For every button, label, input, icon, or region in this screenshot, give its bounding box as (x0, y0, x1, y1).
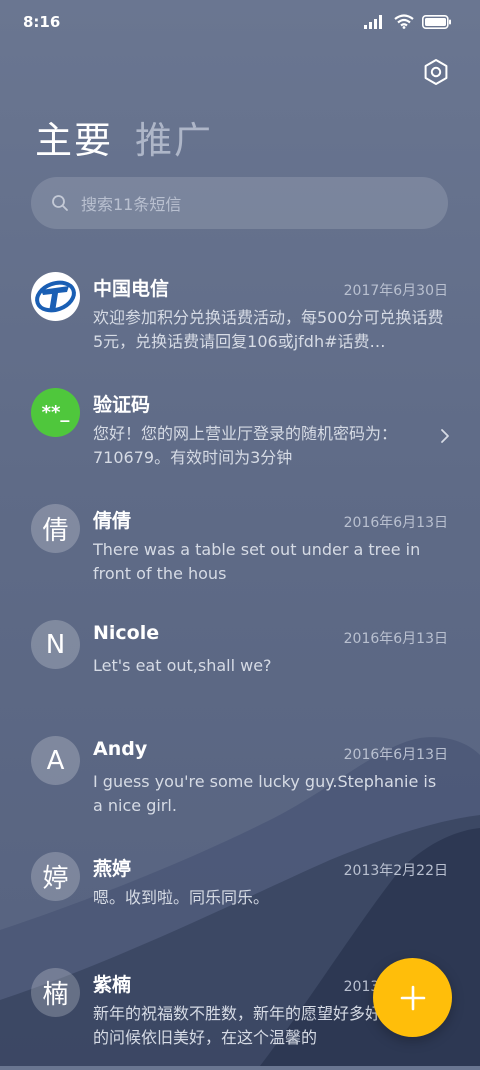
contact-name: 倩倩 (93, 510, 132, 532)
status-bar: 8:16 (0, 0, 480, 46)
signal-icon (364, 14, 382, 29)
avatar: N (31, 620, 80, 669)
tab-primary[interactable]: 主要 (35, 110, 113, 164)
avatar: 倩 (31, 504, 80, 553)
tab-bar: 主要 推广 (35, 110, 213, 164)
message-preview: 嗯。收到啦。同乐同乐。 (93, 888, 270, 907)
message-date: 2013年2月22日 (343, 863, 448, 879)
message-date: 2016年6月13日 (343, 631, 448, 647)
conversation-item[interactable]: 中国电信 2017年6月30日 欢迎参加积分兑换话费活动，每500分可兑换话费5… (0, 258, 480, 374)
conversation-item[interactable]: 倩 倩倩 2016年6月13日 There was a table set ou… (0, 490, 480, 606)
contact-name: 验证码 (93, 394, 151, 416)
conversation-item[interactable]: 婷 燕婷 2013年2月22日 嗯。收到啦。同乐同乐。 (0, 838, 480, 954)
telecom-logo-avatar (31, 272, 80, 321)
status-time: 8:16 (23, 13, 61, 31)
message-preview: 欢迎参加积分兑换话费活动，每500分可兑换话费5元，兑换话费请回复106或jfd… (93, 308, 444, 351)
tab-promotions[interactable]: 推广 (135, 110, 213, 164)
contact-name: 燕婷 (93, 858, 132, 880)
conversation-item[interactable]: N Nicole 2016年6月13日 Let's eat out,shall … (0, 606, 480, 722)
message-preview: There was a table set out under a tree i… (93, 540, 421, 583)
contact-name: 紫楠 (93, 974, 132, 996)
contact-name: 中国电信 (93, 278, 170, 300)
contact-name: Nicole (93, 622, 160, 644)
message-preview: I guess you're some lucky guy.Stephanie … (93, 772, 437, 815)
plus-icon (400, 985, 425, 1010)
message-date: 2016年6月13日 (343, 515, 448, 531)
search-icon (51, 194, 69, 212)
verification-avatar: **_ (31, 388, 80, 437)
message-preview: 您好！您的网上营业厅登录的随机密码为：710679。有效时间为3分钟 (93, 424, 398, 467)
avatar: A (31, 736, 80, 785)
chevron-right-icon (441, 429, 449, 443)
message-date: 2017年6月30日 (343, 283, 448, 299)
avatar: 婷 (31, 852, 80, 901)
settings-icon[interactable] (422, 58, 450, 86)
search-input[interactable]: 搜索11条短信 (81, 191, 181, 215)
avatar: 楠 (31, 968, 80, 1017)
search-bar[interactable]: 搜索11条短信 (31, 177, 448, 229)
battery-icon (422, 14, 451, 29)
conversation-item[interactable]: A Andy 2016年6月13日 I guess you're some lu… (0, 722, 480, 838)
message-date: 2016年6月13日 (343, 747, 448, 763)
conversation-item[interactable]: **_ 验证码 您好！您的网上营业厅登录的随机密码为：710679。有效时间为3… (0, 374, 480, 490)
conversation-list: 中国电信 2017年6月30日 欢迎参加积分兑换话费活动，每500分可兑换话费5… (0, 258, 480, 1070)
new-message-button[interactable] (373, 958, 452, 1037)
wifi-icon (394, 14, 414, 29)
contact-name: Andy (93, 738, 148, 760)
message-preview: Let's eat out,shall we? (93, 656, 272, 675)
